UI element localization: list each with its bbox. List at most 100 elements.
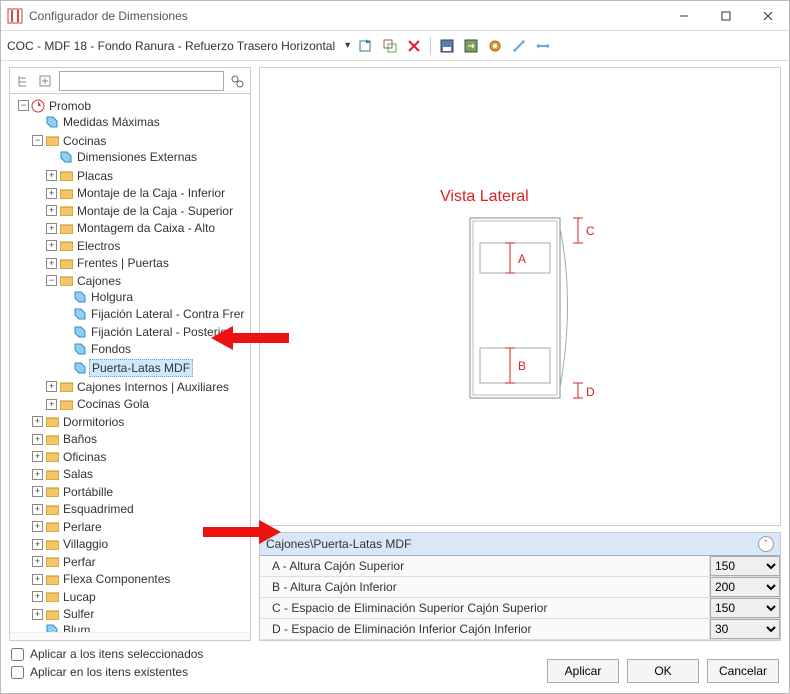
tree-item-perlare[interactable]: +Perlare xyxy=(30,519,106,535)
expand-icon[interactable]: + xyxy=(46,188,57,199)
tree-item-cajones[interactable]: −Cajones xyxy=(44,273,125,289)
folder-icon xyxy=(45,432,59,446)
expand-icon[interactable]: + xyxy=(46,223,57,234)
maximize-button[interactable] xyxy=(705,2,747,30)
tree-label: Electros xyxy=(75,238,122,254)
expand-icon[interactable]: + xyxy=(32,574,43,585)
close-button[interactable] xyxy=(747,2,789,30)
tree-label: Flexa Componentes xyxy=(61,571,172,587)
expand-icon[interactable]: + xyxy=(32,469,43,480)
context-dropdown[interactable]: ▾ xyxy=(343,40,352,51)
save-icon[interactable] xyxy=(437,36,457,56)
folder-icon xyxy=(45,537,59,551)
tree-item-blum[interactable]: Blum xyxy=(30,622,94,632)
tree-item-lucap[interactable]: +Lucap xyxy=(30,589,100,605)
minimize-button[interactable] xyxy=(663,2,705,30)
tree-find-icon[interactable] xyxy=(228,71,246,91)
properties-panel: Cajones\Puerta-Latas MDF ˆ A - Altura Ca… xyxy=(259,532,781,641)
ok-button[interactable]: OK xyxy=(627,659,699,683)
tree-item-cajones-int[interactable]: +Cajones Internos | Auxiliares xyxy=(44,379,233,395)
tree-item-fondos[interactable]: Fondos xyxy=(58,341,135,357)
tree-item-fij-contra[interactable]: Fijación Lateral - Contra Frer xyxy=(58,306,248,322)
tree-item-oficinas[interactable]: + Oficinas xyxy=(30,449,110,465)
tree-label: Fijación Lateral - Posterior xyxy=(89,324,233,340)
dialog-buttons: Aplicar OK Cancelar xyxy=(11,659,779,683)
tree-item-dim-ext[interactable]: Dimensiones Externas xyxy=(44,149,201,165)
folder-icon xyxy=(59,221,73,235)
settings-icon[interactable] xyxy=(485,36,505,56)
cancel-button[interactable]: Cancelar xyxy=(707,659,779,683)
tree-item-frentes[interactable]: +Frentes | Puertas xyxy=(44,255,173,271)
tree-item-fij-post[interactable]: Fijación Lateral - Posterior xyxy=(58,324,235,340)
expand-icon[interactable]: + xyxy=(32,451,43,462)
tree-item-villaggio[interactable]: +Villaggio xyxy=(30,536,112,552)
tree-search-input[interactable] xyxy=(59,71,224,91)
expand-icon[interactable]: + xyxy=(32,504,43,515)
folder-icon xyxy=(45,572,59,586)
tree-item-montaje-sup[interactable]: +Montaje de la Caja - Superior xyxy=(44,203,237,219)
collapse-icon[interactable]: − xyxy=(18,100,29,111)
expand-icon[interactable]: + xyxy=(46,205,57,216)
tree-structure-icon[interactable] xyxy=(14,71,32,91)
tree-label: Oficinas xyxy=(61,449,108,465)
apply-button[interactable]: Aplicar xyxy=(547,659,619,683)
tree-root[interactable]: − Promob xyxy=(16,98,95,114)
expand-icon[interactable]: + xyxy=(32,539,43,550)
tag-icon xyxy=(45,115,59,129)
tree-item-banos[interactable]: + Baños xyxy=(30,431,101,447)
expand-icon[interactable]: + xyxy=(32,556,43,567)
tree-item-puerta-latas[interactable]: Puerta-Latas MDF xyxy=(58,359,195,377)
measure-horiz-icon[interactable] xyxy=(533,36,553,56)
folder-icon xyxy=(59,397,73,411)
tree-item-medidas[interactable]: Medidas Máximas xyxy=(30,114,164,130)
tree-item-flexa[interactable]: + Flexa Componentes xyxy=(30,571,174,587)
measure-diag-icon[interactable] xyxy=(509,36,529,56)
delete-icon[interactable] xyxy=(404,36,424,56)
tree-item-esquadrimed[interactable]: +Esquadrimed xyxy=(30,501,138,517)
expand-icon[interactable]: + xyxy=(46,258,57,269)
expand-icon[interactable]: + xyxy=(32,434,43,445)
copy-icon[interactable] xyxy=(380,36,400,56)
collapse-icon[interactable]: − xyxy=(46,275,57,286)
expand-icon[interactable]: + xyxy=(32,521,43,532)
tree-item-cocinas-gola[interactable]: + Cocinas Gola xyxy=(44,396,153,412)
tag-icon xyxy=(73,325,87,339)
tree-item-portabille[interactable]: +Portábille xyxy=(30,484,117,500)
tree-label: Salas xyxy=(61,466,95,482)
tree-label: Baños xyxy=(61,431,99,447)
chevron-up-icon[interactable]: ˆ xyxy=(758,536,774,552)
tree-item-cocinas[interactable]: −Cocinas xyxy=(30,133,110,149)
expand-icon[interactable]: + xyxy=(46,399,57,410)
tree-label: Fondos xyxy=(89,341,133,357)
expand-icon[interactable]: + xyxy=(46,240,57,251)
export-icon[interactable] xyxy=(461,36,481,56)
expand-icon[interactable]: + xyxy=(46,170,57,181)
tree-label: Cocinas Gola xyxy=(75,396,151,412)
tree-label: Montagem da Caixa - Alto xyxy=(75,220,217,236)
tree-item-montaje-inf[interactable]: +Montaje de la Caja - Inferior xyxy=(44,185,229,201)
expand-icon[interactable]: + xyxy=(32,609,43,620)
tree-item-montagem-alto[interactable]: + Montagem da Caixa - Alto xyxy=(44,220,219,236)
tree-expand-icon[interactable] xyxy=(36,71,54,91)
expand-icon[interactable]: + xyxy=(32,416,43,427)
tree-item-sulfer[interactable]: +Sulfer xyxy=(30,606,98,622)
prop-value-c[interactable]: 150 xyxy=(710,598,780,618)
tree-view[interactable]: − Promob Medidas Máximas −Cocinas Dimens… xyxy=(10,94,250,632)
expand-icon[interactable]: + xyxy=(32,591,43,602)
tree-item-placas[interactable]: +Placas xyxy=(44,168,117,184)
collapse-icon[interactable]: − xyxy=(32,135,43,146)
prop-value-b[interactable]: 200 xyxy=(710,577,780,597)
properties-header[interactable]: Cajones\Puerta-Latas MDF ˆ xyxy=(260,533,780,556)
tag-icon xyxy=(45,623,59,632)
prop-value-d[interactable]: 30 xyxy=(710,619,780,639)
goto-icon[interactable] xyxy=(356,36,376,56)
tree-item-electros[interactable]: + Electros xyxy=(44,238,124,254)
tree-item-dormitorios[interactable]: +Dormitorios xyxy=(30,414,128,430)
toolbar-separator xyxy=(430,37,431,55)
prop-value-a[interactable]: 150 xyxy=(710,556,780,576)
tree-item-salas[interactable]: + Salas xyxy=(30,466,97,482)
tree-item-holgura[interactable]: Holgura xyxy=(58,289,137,305)
expand-icon[interactable]: + xyxy=(32,486,43,497)
tree-item-perfar[interactable]: +Perfar xyxy=(30,554,100,570)
expand-icon[interactable]: + xyxy=(46,381,57,392)
